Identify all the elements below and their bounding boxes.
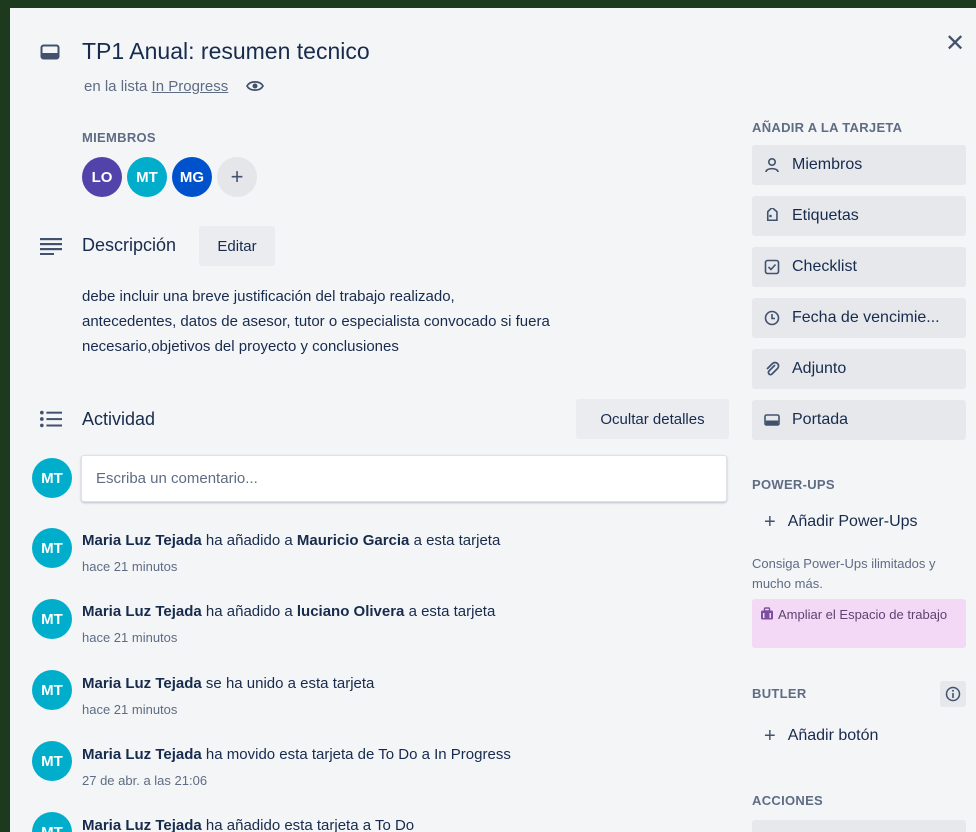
activity-action: se ha unido a esta tarjeta <box>201 675 375 692</box>
activity-time[interactable]: hace 21 minutos <box>82 559 177 574</box>
members-label: MIEMBROS <box>82 130 156 145</box>
description-text[interactable]: debe incluir una breve justificación del… <box>82 284 682 359</box>
current-user-avatar[interactable]: MT <box>32 458 72 498</box>
avatar[interactable]: MT <box>32 812 72 832</box>
activity-action: ha añadido a <box>201 532 297 549</box>
activity-item-text: Maria Luz Tejada ha añadido a Mauricio G… <box>82 532 500 549</box>
checklist-button-label: Checklist <box>792 258 857 275</box>
card-title[interactable]: TP1 Anual: resumen tecnico <box>82 38 370 65</box>
avatar[interactable]: MT <box>32 599 72 639</box>
activity-user[interactable]: Maria Luz Tejada <box>82 675 202 692</box>
checklist-icon <box>764 259 780 275</box>
add-member-button[interactable]: + <box>217 157 257 197</box>
activity-suffix: a esta tarjeta <box>409 532 501 549</box>
powerups-label: POWER-UPS <box>752 477 835 492</box>
due-date-button[interactable]: Fecha de vencimie... <box>752 298 966 338</box>
activity-time[interactable]: hace 21 minutos <box>82 702 177 717</box>
card-icon <box>40 42 60 62</box>
activity-time[interactable]: hace 21 minutos <box>82 630 177 645</box>
in-list-prefix: en la lista <box>84 78 148 95</box>
actions-label: ACCIONES <box>752 793 824 808</box>
avatar[interactable]: MG <box>172 157 212 197</box>
checklist-button[interactable]: Checklist <box>752 247 966 287</box>
activity-item-text: Maria Luz Tejada ha movido esta tarjeta … <box>82 746 511 763</box>
activity-icon <box>40 408 62 430</box>
avatar[interactable]: MT <box>32 528 72 568</box>
labels-button[interactable]: Etiquetas <box>752 196 966 236</box>
labels-button-label: Etiquetas <box>792 207 859 224</box>
add-butler-button[interactable]: + Añadir botón <box>752 716 966 756</box>
avatar[interactable]: LO <box>82 157 122 197</box>
description-line: debe incluir una breve justificación del… <box>82 288 455 305</box>
upgrade-workspace-button[interactable]: Ampliar el Espacio de trabajo <box>752 599 966 648</box>
add-powerups-button[interactable]: + Añadir Power-Ups <box>752 502 966 542</box>
activity-target[interactable]: Mauricio Garcia <box>297 532 410 549</box>
activity-user[interactable]: Maria Luz Tejada <box>82 603 202 620</box>
activity-action: ha añadido esta tarjeta a To Do <box>201 817 415 832</box>
butler-label: BUTLER <box>752 686 807 701</box>
list-link[interactable]: In Progress <box>152 78 229 95</box>
activity-user[interactable]: Maria Luz Tejada <box>82 746 202 763</box>
members-button[interactable]: Miembros <box>752 145 966 185</box>
add-powerups-label: Añadir Power-Ups <box>787 513 918 530</box>
activity-action: ha movido esta tarjeta de To Do a In Pro… <box>201 746 511 763</box>
action-button[interactable] <box>752 820 966 832</box>
activity-item-text: Maria Luz Tejada ha añadido a luciano Ol… <box>82 603 495 620</box>
activity-suffix: a esta tarjeta <box>404 603 496 620</box>
person-icon <box>765 157 779 173</box>
members-button-label: Miembros <box>792 156 863 173</box>
description-line: antecedentes, datos de asesor, tutor o e… <box>82 313 550 330</box>
attachment-button[interactable]: Adjunto <box>752 349 966 389</box>
activity-target[interactable]: luciano Olivera <box>297 603 405 620</box>
activity-time[interactable]: 27 de abr. a las 21:06 <box>82 773 207 788</box>
comment-input[interactable] <box>81 455 727 502</box>
avatar[interactable]: MT <box>32 670 72 710</box>
attachment-button-label: Adjunto <box>792 360 847 377</box>
edit-description-button[interactable]: Editar <box>199 226 275 266</box>
description-line: necesario,objetivos del proyecto y concl… <box>82 338 399 355</box>
card-list-info: en la lista In Progress <box>84 78 265 97</box>
add-to-card-label: AÑADIR A LA TARJETA <box>752 120 903 135</box>
eye-icon[interactable] <box>246 79 265 97</box>
activity-user[interactable]: Maria Luz Tejada <box>82 817 202 832</box>
paperclip-icon <box>766 361 780 376</box>
activity-item-text: Maria Luz Tejada se ha unido a esta tarj… <box>82 675 374 692</box>
upgrade-label: Ampliar el Espacio de trabajo <box>778 607 948 622</box>
powerups-note: Consiga Power-Ups ilimitados y mucho más… <box>752 556 936 591</box>
close-icon[interactable]: ✕ <box>942 30 968 57</box>
card-detail-dialog: ✕ TP1 Anual: resumen tecnico en la lista… <box>10 8 976 832</box>
briefcase-icon <box>761 607 773 620</box>
activity-action: ha añadido a <box>201 603 297 620</box>
clock-icon <box>764 310 780 326</box>
activity-title: Actividad <box>82 409 156 429</box>
plus-icon: + <box>764 510 776 533</box>
description-title: Descripción <box>82 235 177 255</box>
tag-icon <box>766 208 778 222</box>
avatar[interactable]: MT <box>32 741 72 781</box>
cover-button-label: Portada <box>792 411 849 428</box>
hide-details-button[interactable]: Ocultar detalles <box>576 399 729 439</box>
add-butler-label: Añadir botón <box>787 727 879 744</box>
member-avatars: LO MT MG + <box>82 157 257 197</box>
plus-icon: + <box>764 724 776 747</box>
avatar[interactable]: MT <box>127 157 167 197</box>
activity-user[interactable]: Maria Luz Tejada <box>82 532 202 549</box>
cover-icon <box>764 414 780 426</box>
activity-item-text: Maria Luz Tejada ha añadido esta tarjeta… <box>82 817 414 832</box>
cover-button[interactable]: Portada <box>752 400 966 440</box>
info-icon[interactable] <box>940 681 966 707</box>
due-date-button-label: Fecha de vencimie... <box>792 309 940 326</box>
description-icon <box>40 235 62 257</box>
